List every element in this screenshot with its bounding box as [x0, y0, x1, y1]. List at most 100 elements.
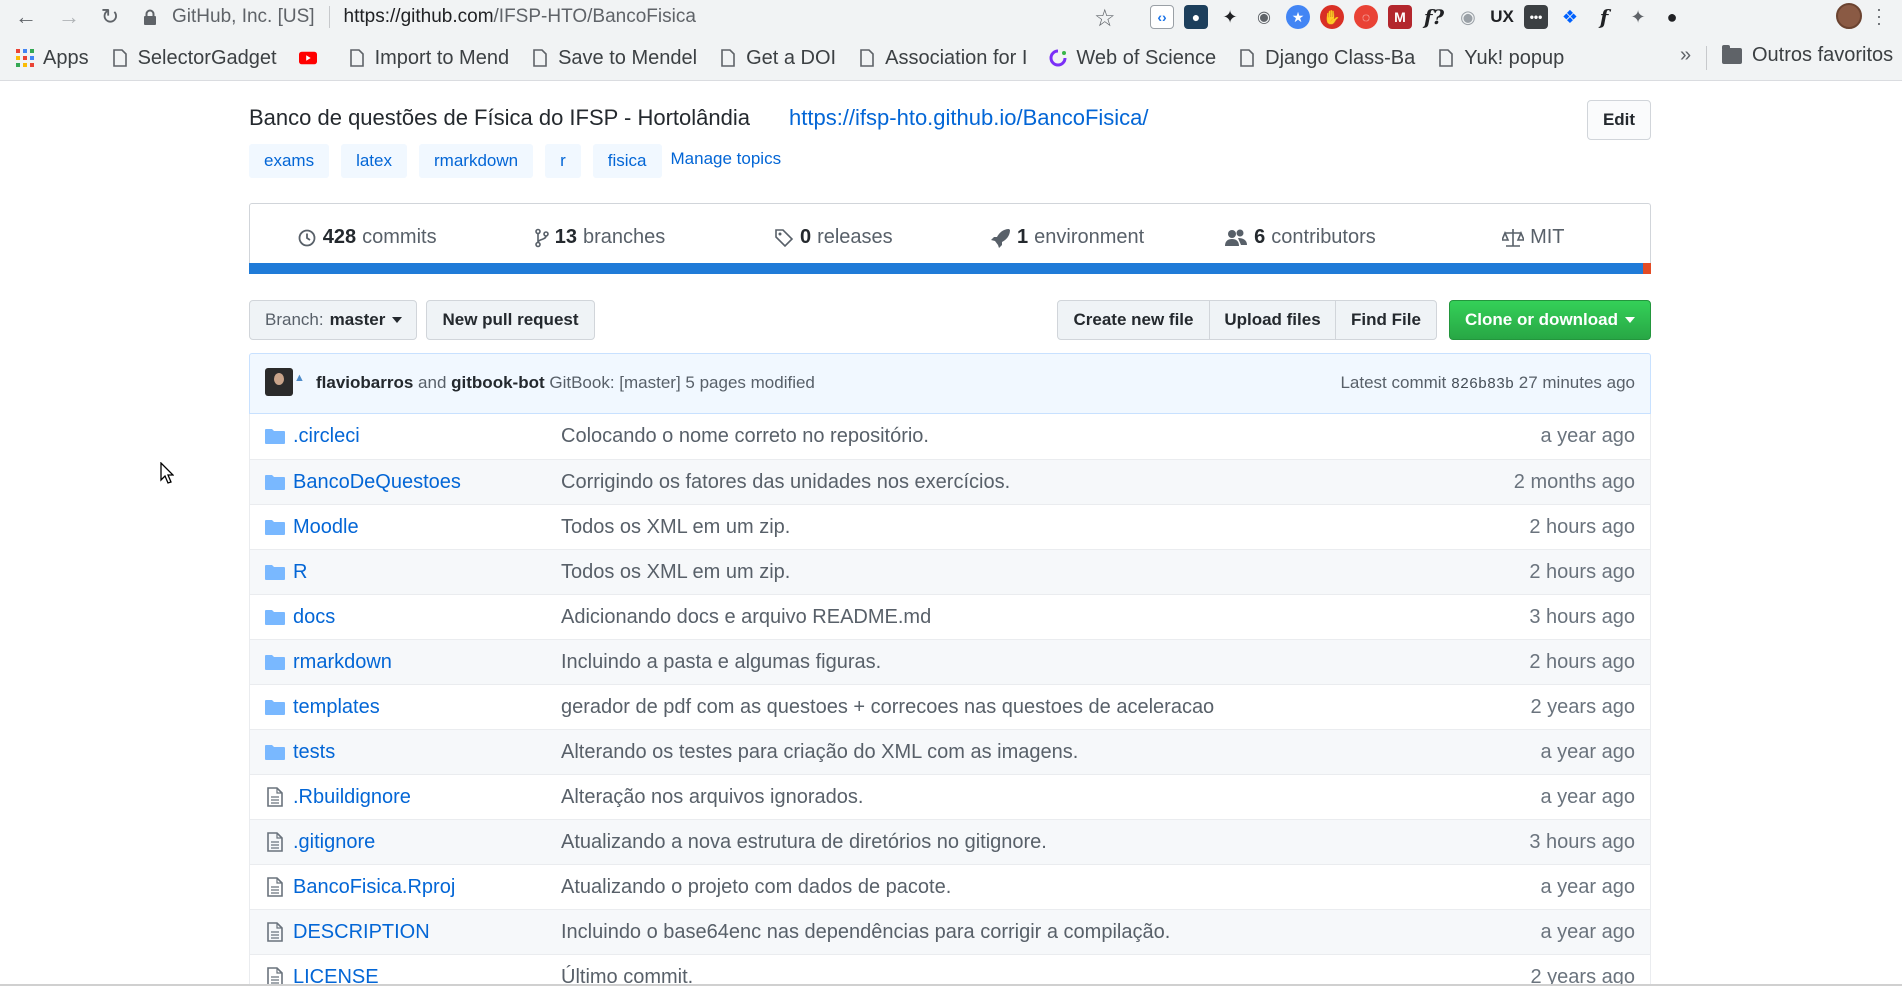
bookmark-get-doi[interactable]: Get a DOI: [719, 47, 836, 70]
file-name-link[interactable]: .circleci: [293, 425, 360, 448]
environment-stat[interactable]: 1 environment: [950, 204, 1183, 271]
manage-topics-link[interactable]: Manage topics: [671, 149, 782, 169]
file-row[interactable]: .circleci Colocando o nome correto no rep…: [250, 414, 1650, 459]
file-commit-message[interactable]: Corrigindo os fatores das unidades nos e…: [561, 471, 1010, 494]
profile-avatar[interactable]: [1836, 3, 1862, 29]
language-bar[interactable]: [249, 263, 1651, 274]
contributors-stat[interactable]: 6 contributors: [1183, 204, 1416, 271]
bookmark-save-mendeley[interactable]: Save to Mendel: [531, 47, 697, 70]
commit-message[interactable]: GitBook: [master] 5 pages modified: [549, 373, 815, 392]
file-name-link[interactable]: BancoFisica.Rproj: [293, 876, 455, 899]
file-name-link[interactable]: DESCRIPTION: [293, 921, 430, 944]
topic-tag[interactable]: rmarkdown: [419, 144, 534, 178]
extension-keyhole-icon[interactable]: ●: [1184, 5, 1208, 29]
address-bar[interactable]: GitHub, Inc. [US] https://github.com/IFS…: [140, 2, 1130, 32]
file-name-link[interactable]: docs: [293, 606, 335, 629]
file-row[interactable]: tests Alterando os testes para criação do…: [250, 729, 1650, 774]
clone-or-download-button[interactable]: Clone or download: [1449, 300, 1651, 340]
bookmark-star-icon[interactable]: ☆: [1094, 4, 1116, 33]
releases-stat[interactable]: 0 releases: [717, 204, 950, 271]
topic-tag[interactable]: r: [545, 144, 581, 178]
extension-mendeley-icon[interactable]: M: [1388, 5, 1412, 29]
extension-speed-icon[interactable]: ◌: [1354, 5, 1378, 29]
file-name-link[interactable]: LICENSE: [293, 966, 379, 986]
extension-fx-icon[interactable]: f: [1592, 5, 1616, 29]
file-row[interactable]: Moodle Todos os XML em um zip. 2 hours ago: [250, 504, 1650, 549]
find-file-button[interactable]: Find File: [1335, 300, 1437, 340]
extension-code-icon[interactable]: ‹›: [1150, 5, 1174, 29]
file-row[interactable]: LICENSE Último commit. 2 years ago: [250, 954, 1650, 986]
bookmark-association[interactable]: Association for I: [858, 47, 1027, 70]
extension-pin-icon[interactable]: ✦: [1218, 5, 1242, 29]
file-commit-message[interactable]: Atualizando a nova estrutura de diretóri…: [561, 831, 1047, 854]
edit-description-button[interactable]: Edit: [1587, 100, 1651, 140]
file-commit-message[interactable]: Incluindo a pasta e algumas figuras.: [561, 651, 881, 674]
file-row[interactable]: .Rbuildignore Alteração nos arquivos igno…: [250, 774, 1650, 819]
browser-menu-icon[interactable]: · · ·: [1876, 0, 1882, 32]
bookmarks-overflow-chevron-icon[interactable]: »: [1680, 44, 1691, 67]
file-row[interactable]: docs Adicionando docs e arquivo README.md…: [250, 594, 1650, 639]
file-commit-message[interactable]: Todos os XML em um zip.: [561, 516, 790, 539]
file-row[interactable]: DESCRIPTION Incluindo o base64enc nas dep…: [250, 909, 1650, 954]
file-row[interactable]: rmarkdown Incluindo a pasta e algumas fig…: [250, 639, 1650, 684]
upload-files-button[interactable]: Upload files: [1209, 300, 1336, 340]
bookmark-web-of-science[interactable]: Web of Science: [1049, 47, 1216, 70]
file-commit-message[interactable]: Todos os XML em um zip.: [561, 561, 790, 584]
file-commit-message[interactable]: Alterando os testes para criação do XML …: [561, 741, 1078, 764]
extension-chat-icon[interactable]: ●: [1660, 5, 1684, 29]
file-name-link[interactable]: .Rbuildignore: [293, 786, 411, 809]
file-commit-message[interactable]: Último commit.: [561, 966, 693, 986]
bookmark-import-mendeley[interactable]: Import to Mend: [348, 47, 509, 70]
forward-arrow-icon[interactable]: →: [55, 3, 83, 31]
extension-cookie-icon[interactable]: ◉: [1252, 5, 1276, 29]
commit-sha-link[interactable]: 826b83b: [1451, 376, 1514, 393]
file-row[interactable]: BancoFisica.Rproj Atualizando o projeto c…: [250, 864, 1650, 909]
bookmark-apps[interactable]: Apps: [16, 47, 89, 70]
commit-coauthor-link[interactable]: gitbook-bot: [451, 373, 544, 392]
license-stat[interactable]: MIT: [1417, 204, 1650, 271]
bot-avatar-icon[interactable]: ▲: [294, 372, 306, 384]
extension-dots-icon[interactable]: •••: [1524, 5, 1548, 29]
repo-website-link[interactable]: https://ifsp-hto.github.io/BancoFisica/: [789, 105, 1149, 131]
other-bookmarks-folder[interactable]: Outros favoritos: [1722, 44, 1893, 67]
file-row[interactable]: R Todos os XML em um zip. 2 hours ago: [250, 549, 1650, 594]
file-commit-message[interactable]: gerador de pdf com as questoes + correco…: [561, 696, 1214, 719]
branches-stat[interactable]: 13 branches: [483, 204, 716, 271]
topic-tag[interactable]: fisica: [592, 144, 662, 178]
file-row[interactable]: templates gerador de pdf com as questoes …: [250, 684, 1650, 729]
file-name-link[interactable]: rmarkdown: [293, 651, 392, 674]
file-name-link[interactable]: templates: [293, 696, 380, 719]
reload-icon[interactable]: ↻: [96, 3, 124, 31]
file-commit-message[interactable]: Colocando o nome correto no repositório.: [561, 425, 929, 448]
file-commit-message[interactable]: Incluindo o base64enc nas dependências p…: [561, 921, 1170, 944]
file-commit-message[interactable]: Atualizando o projeto com dados de pacot…: [561, 876, 951, 899]
extension-adblock-icon[interactable]: ✋: [1320, 5, 1344, 29]
extension-function-icon[interactable]: f?: [1422, 5, 1446, 29]
dropbox-icon[interactable]: ❖: [1558, 5, 1582, 29]
file-name-link[interactable]: .gitignore: [293, 831, 375, 854]
topic-tag[interactable]: latex: [341, 144, 407, 178]
branch-select-button[interactable]: Branch: master: [249, 300, 417, 340]
file-commit-message[interactable]: Adicionando docs e arquivo README.md: [561, 606, 931, 629]
file-row[interactable]: BancoDeQuestoes Corrigindo os fatores das…: [250, 459, 1650, 504]
avatar[interactable]: [265, 368, 293, 396]
bookmark-yuk-popup[interactable]: Yuk! popup: [1437, 47, 1564, 70]
extension-pin2-icon[interactable]: ✦: [1626, 5, 1650, 29]
file-name-link[interactable]: Moodle: [293, 516, 359, 539]
bookmark-youtube[interactable]: [298, 48, 326, 68]
extension-ux-icon[interactable]: UX: [1490, 5, 1514, 29]
file-commit-message[interactable]: Alteração nos arquivos ignorados.: [561, 786, 863, 809]
file-name-link[interactable]: BancoDeQuestoes: [293, 471, 461, 494]
file-name-link[interactable]: R: [293, 561, 307, 584]
commits-stat[interactable]: 428 commits: [250, 204, 483, 271]
commit-author-link[interactable]: flaviobarros: [316, 373, 413, 392]
bookmark-django[interactable]: Django Class-Ba: [1238, 47, 1415, 70]
topic-tag[interactable]: exams: [249, 144, 330, 178]
extension-ghost-icon[interactable]: ◉: [1456, 5, 1480, 29]
extension-star-badge-icon[interactable]: ★: [1286, 5, 1310, 29]
back-arrow-icon[interactable]: ←: [12, 3, 40, 31]
create-new-file-button[interactable]: Create new file: [1057, 300, 1210, 340]
file-name-link[interactable]: tests: [293, 741, 335, 764]
new-pull-request-button[interactable]: New pull request: [426, 300, 595, 340]
bookmark-selectorgadget[interactable]: SelectorGadget: [111, 47, 277, 70]
